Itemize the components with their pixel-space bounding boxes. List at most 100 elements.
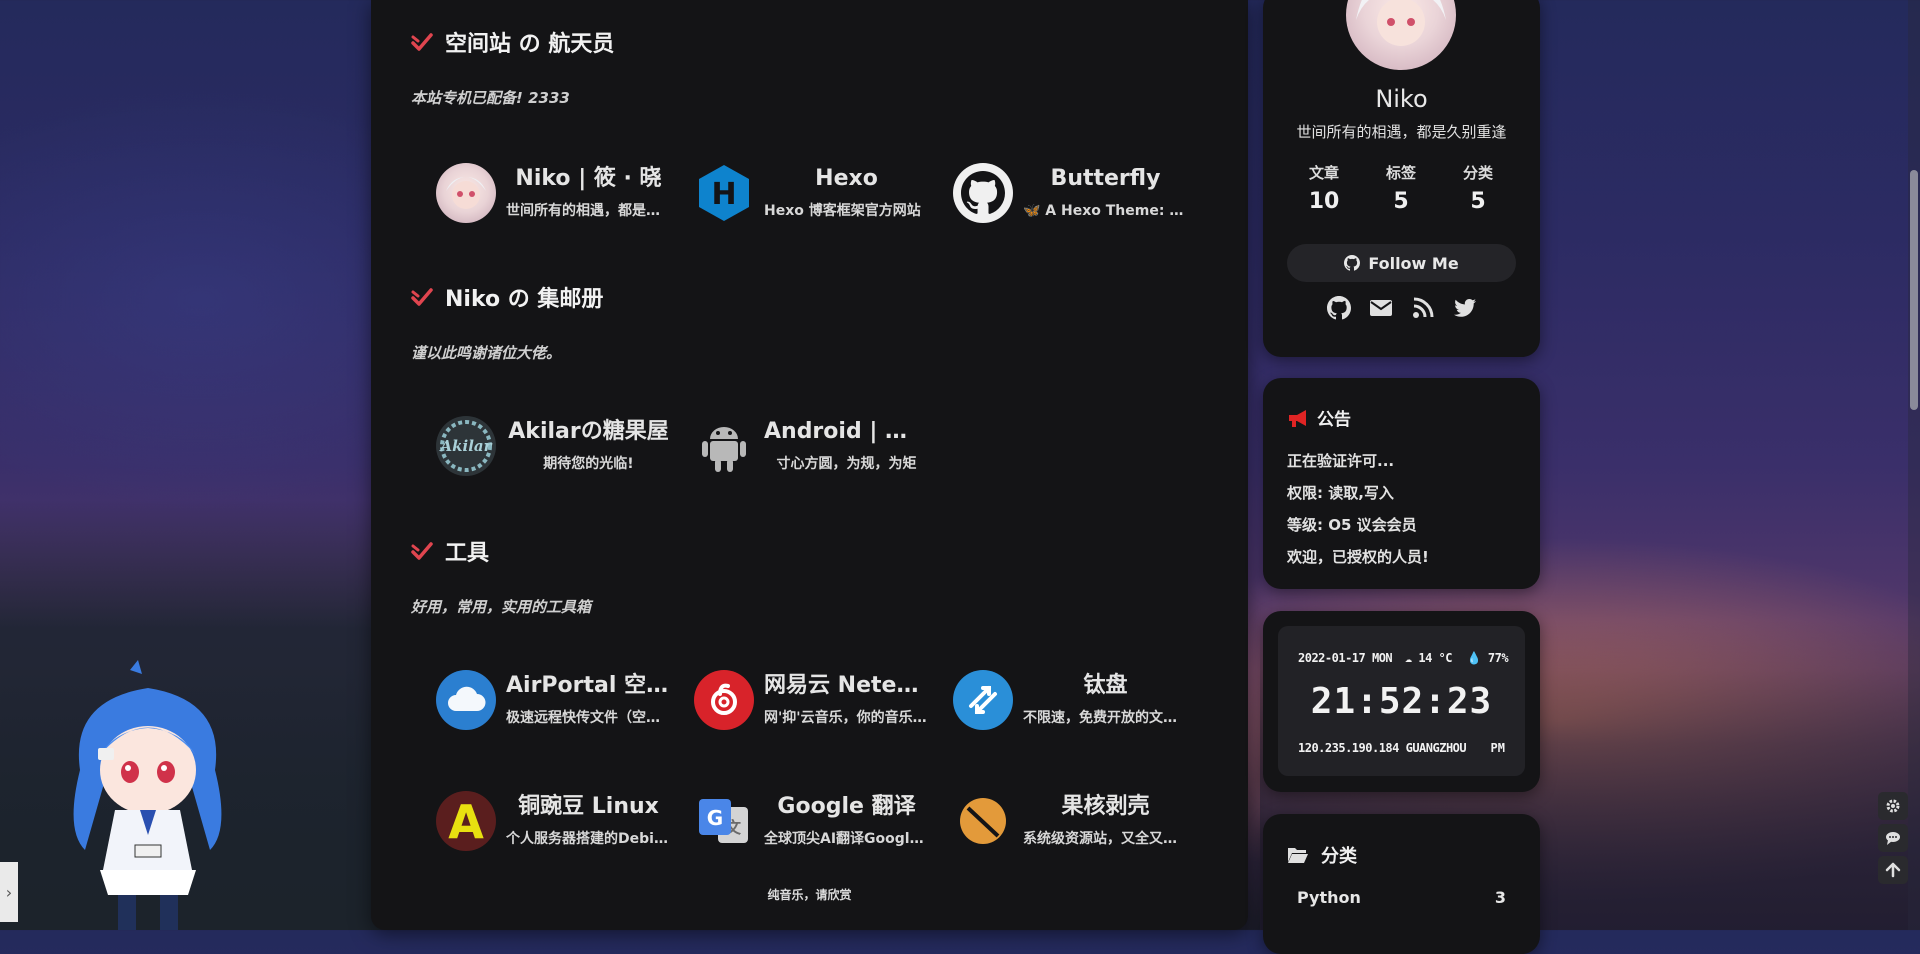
page-scrollbar[interactable]	[1908, 0, 1920, 930]
follow-me-button[interactable]: Follow Me	[1287, 244, 1516, 282]
section-title-astronauts: 空间站 の 航天员	[411, 26, 614, 58]
arrow-up-icon	[1885, 862, 1901, 878]
github-icon[interactable]	[1326, 296, 1351, 320]
rss-icon[interactable]	[1411, 296, 1435, 320]
svg-text:G: G	[707, 806, 723, 830]
svg-text:Akilar: Akilar	[438, 437, 492, 455]
category-item[interactable]: Python 3	[1297, 888, 1506, 907]
link-item-android[interactable]: Android | 安卓 寸心方圆，为规，为矩	[694, 411, 934, 481]
stat-label: 分类	[1462, 164, 1493, 182]
double-check-icon	[411, 33, 433, 51]
mail-icon[interactable]	[1369, 296, 1393, 320]
announcement-title-text: 公告	[1317, 410, 1351, 430]
stat-value: 5	[1393, 189, 1409, 214]
hexo-icon: H	[694, 163, 754, 223]
section-title-tools: 工具	[411, 535, 489, 567]
aplayer-toggle-tab[interactable]: ›	[0, 862, 18, 922]
announcement-line: 权限: 读取,写入	[1287, 484, 1394, 502]
android-icon	[694, 416, 754, 476]
link-item-butterfly[interactable]: Butterfly 🦋 A Hexo Theme: Butterfly	[953, 158, 1193, 228]
gear-icon	[1886, 799, 1900, 813]
clock-time: 21:52:23	[1310, 681, 1493, 722]
comment-button[interactable]	[1878, 824, 1908, 852]
settings-button[interactable]	[1878, 792, 1908, 820]
avatar-niko	[436, 163, 496, 223]
clock-date: 2022-01-17 MON	[1298, 651, 1393, 665]
link-desc: 世间所有的相遇，都是久别重逢	[506, 203, 671, 219]
svg-text:A: A	[448, 796, 484, 846]
announcement-line: 欢迎，已授权的人员!	[1287, 548, 1429, 566]
author-motto: 世间所有的相遇，都是久别重逢	[1296, 123, 1507, 141]
svg-text:H: H	[711, 177, 736, 212]
link-desc: Hexo 博客框架官方网站	[764, 203, 921, 219]
section-title-collection: Niko の 集邮册	[411, 281, 603, 313]
bullhorn-icon	[1289, 409, 1306, 427]
stat-tags[interactable]: 标签 5	[1366, 162, 1436, 214]
link-name: 铜豌豆 Linux	[518, 794, 659, 819]
link-name: Android | 安卓	[764, 419, 929, 444]
tmp-icon	[953, 670, 1013, 730]
humidity-icon: 💧	[1466, 651, 1482, 665]
link-item-ghxi[interactable]: 果核剥壳 系统级资源站，又全又好用	[953, 786, 1193, 856]
link-desc: 🦋 A Hexo Theme: Butterfly	[1023, 203, 1188, 219]
categories-title: 分类	[1287, 842, 1357, 868]
link-item-akilar[interactable]: Akilar Akilarの糖果屋 期待您的光临!	[436, 411, 676, 481]
scrollbar-thumb[interactable]	[1910, 170, 1918, 410]
link-name: AirPortal 空投快传	[506, 673, 671, 698]
stat-value: 5	[1470, 189, 1486, 214]
categories-card: 分类 Python 3	[1263, 814, 1540, 954]
clock-location: 120.235.190.184 GUANGZHOU	[1298, 741, 1467, 755]
section-desc: 好用，常用，实用的工具箱	[411, 598, 592, 616]
airportal-icon	[436, 670, 496, 730]
link-name: Hexo	[815, 166, 878, 191]
link-name: 果核剥壳	[1061, 794, 1150, 819]
stat-label: 标签	[1385, 164, 1416, 182]
stat-articles[interactable]: 文章 10	[1289, 162, 1359, 214]
announcement-card: 公告 正在验证许可... 权限: 读取,写入 等级: O5 议会会员 欢迎，已授…	[1263, 378, 1540, 589]
profile-avatar[interactable]	[1346, 0, 1456, 70]
google-translate-icon: 文G	[694, 791, 754, 851]
link-desc: 不限速，免费开放的文件中转站	[1023, 710, 1188, 726]
clock-temperature: 14 °C	[1418, 651, 1452, 665]
link-name: Akilarの糖果屋	[508, 419, 669, 444]
link-desc: 网'抑'云音乐，你的音乐伙伴	[764, 710, 929, 726]
ghxi-icon	[953, 791, 1013, 851]
link-desc: 极速远程快传文件（空投）	[506, 710, 671, 726]
akilar-avatar: Akilar	[436, 416, 496, 476]
link-desc: 系统级资源站，又全又好用	[1023, 831, 1188, 847]
github-icon	[953, 163, 1013, 223]
categories-title-text: 分类	[1321, 846, 1357, 867]
announcement-line: 正在验证许可...	[1287, 452, 1395, 470]
netease-icon	[694, 670, 754, 730]
link-item-google-translate[interactable]: 文G Google 翻译 全球顶尖AI翻译Google翻译	[694, 786, 934, 856]
link-item-hexo[interactable]: H Hexo Hexo 博客框架官方网站	[694, 158, 934, 228]
twitter-icon[interactable]	[1453, 296, 1477, 320]
live2d-mascot[interactable]	[60, 660, 235, 930]
link-item-tmp[interactable]: 钛盘 不限速，免费开放的文件中转站	[953, 665, 1193, 735]
section-desc: 谨以此鸣谢诸位大佬。	[411, 344, 562, 362]
link-name: 钛盘	[1083, 673, 1128, 698]
link-item-netease[interactable]: 网易云 NeteaseCloudMusic 网'抑'云音乐，你的音乐伙伴	[694, 665, 934, 735]
stat-value: 10	[1308, 189, 1340, 214]
clock-top-row: 2022-01-17 MON ☁ 14 °C 💧 77%	[1298, 651, 1509, 665]
double-check-icon	[411, 288, 433, 306]
chevron-right-icon: ›	[5, 882, 13, 902]
flink-card: 空间站 の 航天员 本站专机已配备! 2333 Niko | 筱 · 晓 世间所…	[371, 0, 1248, 930]
section-title-text: Niko の 集邮册	[445, 287, 604, 312]
follow-label: Follow Me	[1368, 253, 1459, 273]
stat-categories[interactable]: 分类 5	[1443, 162, 1513, 214]
announcement-line: 等级: O5 议会会员	[1287, 516, 1417, 534]
clock-ampm: PM	[1490, 741, 1505, 755]
link-item-niko[interactable]: Niko | 筱 · 晓 世间所有的相遇，都是久别重逢	[436, 158, 676, 228]
author-name: Niko	[1375, 85, 1428, 113]
link-desc: 个人服务器搭建的Debian衍生版	[506, 831, 671, 847]
back-to-top-button[interactable]	[1878, 856, 1908, 884]
profile-card: Niko 世间所有的相遇，都是久别重逢 文章 10 标签 5 分类 5 Foll…	[1263, 0, 1540, 357]
link-item-atzlinux[interactable]: A 铜豌豆 Linux 个人服务器搭建的Debian衍生版	[436, 786, 676, 856]
link-item-airportal[interactable]: AirPortal 空投快传 极速远程快传文件（空投）	[436, 665, 676, 735]
announcement-title: 公告	[1287, 405, 1351, 430]
folder-open-icon	[1288, 848, 1308, 863]
link-name: Niko | 筱 · 晓	[515, 166, 662, 191]
stat-label: 文章	[1308, 164, 1339, 182]
atzlinux-icon: A	[436, 791, 496, 851]
